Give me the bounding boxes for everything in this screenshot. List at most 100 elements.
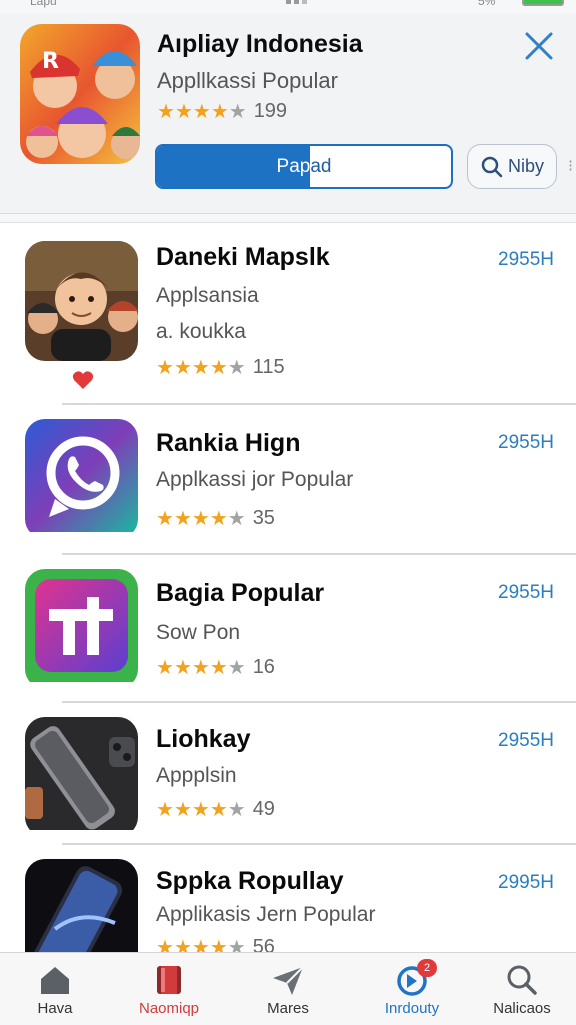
star-filled-icon: ★ (209, 357, 228, 379)
search-icon (481, 156, 503, 177)
star-filled-icon: ★ (157, 101, 175, 123)
bottom-tab-bar: Hava Naomiqp Mares 2 Inrdouty Nalicaos (0, 952, 576, 1024)
star-filled-icon: ★ (209, 799, 228, 821)
app-title: Liohkay (156, 725, 251, 753)
star-filled-icon: ★ (156, 937, 174, 952)
star-filled-icon: ★ (191, 937, 210, 952)
more-glyph: ⁝ (568, 158, 574, 175)
featured-app-icon[interactable]: R (20, 24, 140, 164)
rating-count: 115 (252, 356, 285, 378)
list-item[interactable]: Liohkay Appplsin ★ ★ ★ ★ ★ 49 2955H (0, 703, 576, 853)
rating-stars: ★ ★ ★ ★ ★ 35 (156, 506, 275, 531)
app-icon (25, 569, 138, 689)
app-category: Applkassi јor Popular (156, 468, 354, 491)
tab-updates[interactable]: 2 Inrdouty (357, 953, 467, 1025)
star-filled-icon: ★ (191, 508, 210, 530)
tab-send[interactable]: Mares (233, 953, 343, 1025)
star-filled-icon: ★ (156, 799, 174, 821)
tab-bookmarks[interactable]: Naomiqp (114, 953, 224, 1025)
tab-label: Inrdouty (384, 1000, 440, 1017)
svg-text:R: R (42, 49, 59, 74)
star-filled-icon: ★ (156, 657, 174, 679)
featured-app-title: Aıpliay Indonesia (157, 30, 363, 58)
rating-stars: ★ ★ ★ ★ ★ 199 (157, 99, 287, 124)
star-filled-icon: ★ (173, 508, 192, 530)
app-price[interactable]: 2955H (498, 432, 554, 454)
app-title: Daneki Mapslk (156, 243, 330, 271)
heart-icon[interactable] (72, 370, 94, 390)
star-empty-icon: ★ (227, 508, 246, 530)
search-icon (507, 965, 537, 995)
tab-label: Naomiqp (138, 1000, 200, 1017)
app-price[interactable]: 2955H (498, 582, 554, 604)
bookmark-icon (157, 966, 181, 994)
list-item[interactable]: Bagia Popular Sow Pon ★ ★ ★ ★ ★ 16 2955H (0, 555, 576, 705)
app-price[interactable]: 2955H (498, 249, 554, 271)
status-bar: Lapu 5% (0, 0, 576, 14)
app-category: Sow Pon (156, 621, 241, 644)
search-button-label: Niby (507, 156, 544, 176)
rating-stars: ★ ★ ★ ★ ★ 16 (156, 655, 275, 680)
rating-stars: ★ ★ ★ ★ ★ 49 (156, 797, 275, 822)
app-category: Applikasis Jern Popular (156, 903, 376, 926)
star-empty-icon: ★ (227, 937, 246, 952)
rating-count: 35 (252, 507, 275, 529)
close-icon[interactable] (521, 28, 557, 64)
rating-count: 16 (252, 656, 275, 678)
star-filled-icon: ★ (191, 799, 210, 821)
home-icon (41, 967, 69, 994)
app-icon (25, 419, 138, 539)
tab-label: Mares (267, 1000, 309, 1017)
app-icon (25, 717, 138, 837)
featured-app-category: Appllkassi Popular (157, 68, 338, 93)
app-title: Bagia Popular (156, 579, 325, 607)
notification-badge: 2 (417, 959, 437, 977)
send-icon (273, 966, 304, 995)
star-filled-icon: ★ (192, 101, 211, 123)
star-filled-icon: ★ (174, 101, 193, 123)
list-item[interactable]: Sppka Ropullay Applikasis Jern Popular ★… (0, 845, 576, 952)
star-filled-icon: ★ (173, 357, 192, 379)
app-icon (25, 859, 138, 952)
star-empty-icon: ★ (227, 799, 246, 821)
star-filled-icon: ★ (156, 508, 174, 530)
search-button[interactable]: Niby (467, 144, 557, 189)
rating-count: 49 (252, 798, 275, 820)
star-filled-icon: ★ (191, 357, 210, 379)
rating-stars: ★ ★ ★ ★ ★ 56 (156, 935, 275, 952)
app-icon (25, 241, 138, 361)
app-title: Sppka Ropullay (156, 867, 344, 895)
star-filled-icon: ★ (191, 657, 210, 679)
app-title: Rankia Hign (156, 429, 301, 457)
tab-home[interactable]: Hava (0, 953, 110, 1025)
star-filled-icon: ★ (209, 937, 228, 952)
star-filled-icon: ★ (173, 799, 192, 821)
list-item[interactable]: Daneki Mapslk Applsansia a. koukka ★ ★ ★ ★ ★… (0, 223, 576, 405)
app-category: Appplsin (156, 764, 237, 787)
star-empty-icon: ★ (228, 101, 247, 123)
battery-percent: 5% (478, 0, 496, 8)
star-empty-icon: ★ (227, 657, 246, 679)
star-filled-icon: ★ (209, 508, 228, 530)
star-filled-icon: ★ (210, 101, 229, 123)
star-filled-icon: ★ (156, 357, 174, 379)
app-category: Applsansia (156, 284, 259, 307)
star-filled-icon: ★ (173, 657, 192, 679)
app-price[interactable]: 2955H (498, 730, 554, 752)
app-list: Daneki Mapslk Applsansia a. koukka ★ ★ ★ ★ ★… (0, 222, 576, 952)
signal-icon (286, 0, 307, 4)
rating-stars: ★ ★ ★ ★ ★ 115 (156, 355, 285, 380)
star-filled-icon: ★ (209, 657, 228, 679)
rating-count: 199 (253, 100, 288, 122)
app-developer: a. koukka (156, 320, 246, 343)
app-price[interactable]: 2995H (498, 872, 554, 894)
tab-label: Hava (37, 1000, 73, 1017)
battery-icon (522, 0, 564, 6)
star-filled-icon: ★ (173, 937, 192, 952)
featured-app-header: R Aıpliay Indonesia Appllkassi Popular ★… (0, 14, 576, 214)
list-item[interactable]: Rankia Hign Applkassi јor Popular ★ ★ ★ ★ ★ … (0, 405, 576, 555)
tab-search[interactable]: Nalicaos (467, 953, 576, 1025)
star-empty-icon: ★ (227, 357, 246, 379)
tab-label: Nalicaos (493, 1000, 551, 1017)
install-button[interactable]: Papad Papad (155, 144, 453, 189)
